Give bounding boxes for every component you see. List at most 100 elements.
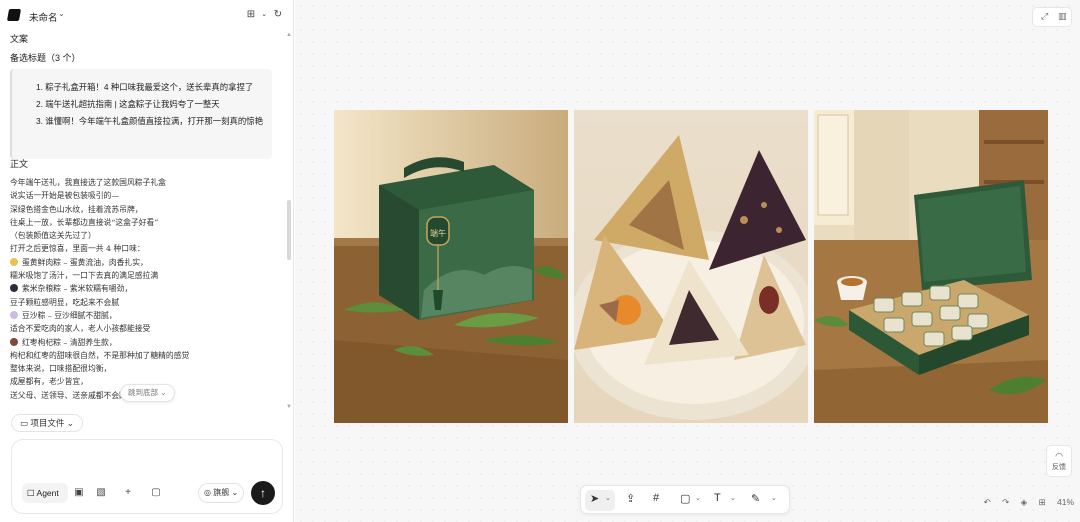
canvas-image-zongzi[interactable] — [574, 110, 808, 423]
layers-icon[interactable]: ◈ — [1021, 497, 1028, 507]
feedback-button[interactable]: ◠ 反馈 — [1046, 445, 1072, 477]
composer[interactable]: ☐ Agent ▣ ▧ + ▢ ◎ 旗舰 ⌄ ↑ — [11, 439, 283, 514]
body-line-text: （包装颜值这关先过了） — [10, 231, 96, 241]
body-line: 蛋黄鲜肉粽 – 蛋黄流油，肉香扎实， — [10, 256, 285, 269]
shape-icon[interactable]: ▢ — [680, 492, 690, 505]
zoom-level[interactable]: 41% — [1057, 497, 1074, 507]
chevron-down-icon: ⌄ — [66, 418, 74, 428]
bottom-right-controls: ↶ ↷ ◈ ⊞ 41% — [975, 497, 1074, 508]
body-line: 糯米吸饱了汤汁，一口下去真的满足感拉满 — [10, 269, 285, 282]
body-header: 正文 — [10, 159, 29, 169]
flavor-dot-icon — [10, 310, 18, 319]
canvas[interactable]: ⤢ ▥ 端午 ◠ 反馈 ➤ ⌄ ⇪ # ▢ ⌄ T ⌄ ✎ ⌄ ↶ ↷ ◈ ⊞ … — [295, 0, 1080, 522]
add-page-icon[interactable]: ⊞ — [244, 8, 258, 22]
alt-title-item: 1. 粽子礼盒开箱！4 种口味我最爱这个，送长辈真的拿捏了 — [36, 82, 254, 92]
left-panel: 未命名 ⌄ ⊞ ⌄ ↻ 文案 备选标题（3 个） 1. 粽子礼盒开箱！4 种口味… — [0, 0, 294, 522]
body-line-text: 整体来说，口味搭配很均衡， — [10, 364, 112, 374]
canvas-toolbar: ➤ ⌄ ⇪ # ▢ ⌄ T ⌄ ✎ ⌄ — [580, 485, 790, 514]
body-line-text: 适合不爱吃肉的家人，老人小孩都能接受 — [10, 324, 151, 334]
body-line: 豆沙粽 – 豆沙细腻不甜腻， — [10, 309, 285, 322]
chevron-down-icon[interactable]: ⌄ — [771, 494, 777, 502]
top-bar: 未命名 ⌄ ⊞ ⌄ ↻ — [0, 0, 294, 30]
panel-toggle-icon[interactable]: ▥ — [1058, 11, 1067, 22]
agent-icon: ☐ — [27, 488, 35, 498]
body-line-text: 送父母、送领导、送亲戚都不会踩雷 — [10, 390, 135, 400]
chevron-down-icon[interactable]: ⌄ — [605, 494, 611, 502]
corner-tools: ⤢ ▥ — [1032, 7, 1072, 27]
scroll-up-icon[interactable]: ▲ — [286, 32, 292, 38]
expand-icon[interactable]: ⤢ — [1041, 11, 1048, 22]
model-select[interactable]: ◎ 旗舰 ⌄ — [198, 483, 244, 503]
canvas-image-open-box[interactable] — [814, 110, 1048, 423]
text-icon[interactable]: T — [714, 492, 721, 504]
model-label: 旗舰 — [213, 488, 230, 497]
pointer-icon[interactable]: ➤ — [590, 492, 599, 505]
body-line: 今年端午送礼，我直接选了这款国风粽子礼盒 — [10, 176, 285, 189]
open-box-illustration — [814, 110, 1048, 423]
body-line-text: 豆子颗粒感明显，吃起来不会腻 — [10, 297, 120, 307]
image-edit-icon[interactable]: ▧ — [92, 484, 110, 502]
flavor-dot-icon — [10, 337, 18, 346]
headset-icon: ◠ — [1055, 451, 1063, 461]
pen-icon[interactable]: ✎ — [751, 492, 760, 505]
body-line: 枸杞和红枣的甜味很自然，不是那种加了糖精的感觉 — [10, 349, 285, 362]
project-files-label: 项目文件 — [30, 418, 65, 428]
gift-box-illustration: 端午 — [334, 110, 568, 423]
alt-titles-list: 1. 粽子礼盒开箱！4 种口味我最爱这个，送长辈真的拿捏了 2. 端午送礼超抗指… — [36, 79, 263, 130]
folder-icon: ▭ — [20, 418, 29, 428]
body-line-text: 打开之后更惊喜，里面一共 4 种口味： — [10, 244, 145, 254]
scrollbar-thumb[interactable] — [287, 200, 291, 260]
redo-icon[interactable]: ↷ — [1002, 497, 1009, 507]
chevron-down-icon[interactable]: ⌄ — [730, 494, 736, 502]
body-line: 深绿色搭金色山水纹，挂着流苏吊牌， — [10, 203, 285, 216]
add-icon[interactable]: + — [119, 484, 137, 502]
zongzi-illustration — [574, 135, 808, 420]
chevron-down-icon[interactable]: ⌄ — [58, 9, 65, 18]
send-button[interactable]: ↑ — [251, 481, 275, 505]
body-line-text: 往桌上一放，长辈都边直接说“这盒子好看” — [10, 217, 159, 227]
body-line: 适合不爱吃肉的家人，老人小孩都能接受 — [10, 322, 285, 335]
body-line-text: 红枣枸杞粽 – 清甜养生款， — [22, 337, 117, 347]
chat-scroll-area[interactable]: 文案 备选标题（3 个） 1. 粽子礼盒开箱！4 种口味我最爱这个，送长辈真的拿… — [0, 30, 294, 410]
body-line-text: 深绿色搭金色山水纹，挂着流苏吊牌， — [10, 204, 143, 214]
chevron-down-icon: ⌄ — [160, 388, 167, 397]
minimap-icon[interactable]: ⊞ — [1038, 497, 1045, 507]
app-logo-icon — [6, 9, 22, 21]
body-line: 豆子颗粒感明显，吃起来不会腻 — [10, 296, 285, 309]
chevron-down-icon[interactable]: ⌄ — [695, 494, 701, 502]
image-gen-icon[interactable]: ▣ — [70, 484, 88, 502]
alt-titles-quote: 1. 粽子礼盒开箱！4 种口味我最爱这个，送长辈真的拿捏了 2. 端午送礼超抗指… — [10, 69, 272, 159]
body-line-text: 糯米吸饱了汤汁，一口下去真的满足感拉满 — [10, 271, 159, 281]
body-line: 红枣枸杞粽 – 清甜养生款， — [10, 336, 285, 349]
history-icon[interactable]: ↻ — [271, 8, 285, 22]
project-files-button[interactable]: ▭ 项目文件 ⌄ — [11, 414, 83, 432]
section-label: 文案 — [10, 34, 29, 44]
upload-image-icon[interactable]: ▢ — [147, 484, 165, 502]
body-line-text: 紫米杂粮粽 – 紫米软糯有嚼劲， — [22, 284, 133, 294]
undo-icon[interactable]: ↶ — [984, 497, 991, 507]
body-line: 往桌上一放，长辈都边直接说“这盒子好看” — [10, 216, 285, 229]
body-line-text: 今年端午送礼，我直接选了这款国风粽子礼盒 — [10, 178, 166, 187]
doc-title[interactable]: 未命名 — [29, 10, 58, 24]
chevron-down-icon[interactable]: ⌄ — [257, 8, 271, 22]
alt-title-item: 3. 谁懂啊！今年端午礼盒颜值直接拉满，打开那一刻真的惊艳 — [36, 116, 264, 126]
upload-icon[interactable]: ⇪ — [626, 492, 635, 505]
body-line-text: 豆沙粽 – 豆沙细腻不甜腻， — [22, 310, 117, 320]
body-line: 说实话一开始是被包装吸引的— — [10, 189, 285, 202]
body-line: 整体来说，口味搭配很均衡， — [10, 362, 285, 375]
alt-titles-header: 备选标题（3 个） — [10, 53, 81, 63]
body-line-text: 枸杞和红枣的甜味很自然，不是那种加了糖精的感觉 — [10, 350, 190, 360]
body-line: 紫米杂粮粽 – 紫米软糯有嚼劲， — [10, 282, 285, 295]
flavor-dot-icon — [10, 284, 18, 293]
chevron-down-icon: ⌄ — [231, 488, 239, 497]
canvas-image-gift-box[interactable]: 端午 — [334, 110, 568, 423]
feedback-label: 反馈 — [1052, 464, 1066, 471]
box-label: 端午 — [430, 228, 446, 238]
alt-title-item: 2. 端午送礼超抗指南 | 这盒粽子让我妈夸了一整天 — [36, 99, 220, 109]
scroll-down-icon[interactable]: ▼ — [286, 404, 292, 410]
frame-icon[interactable]: # — [653, 492, 659, 504]
jump-to-bottom-button[interactable]: 跳到底部 ⌄ — [120, 384, 175, 402]
body-line-text: 成屋都有，老少皆宜， — [10, 377, 88, 387]
jump-label: 跳到底部 — [128, 388, 158, 397]
agent-mode-button[interactable]: ☐ Agent — [22, 483, 68, 503]
